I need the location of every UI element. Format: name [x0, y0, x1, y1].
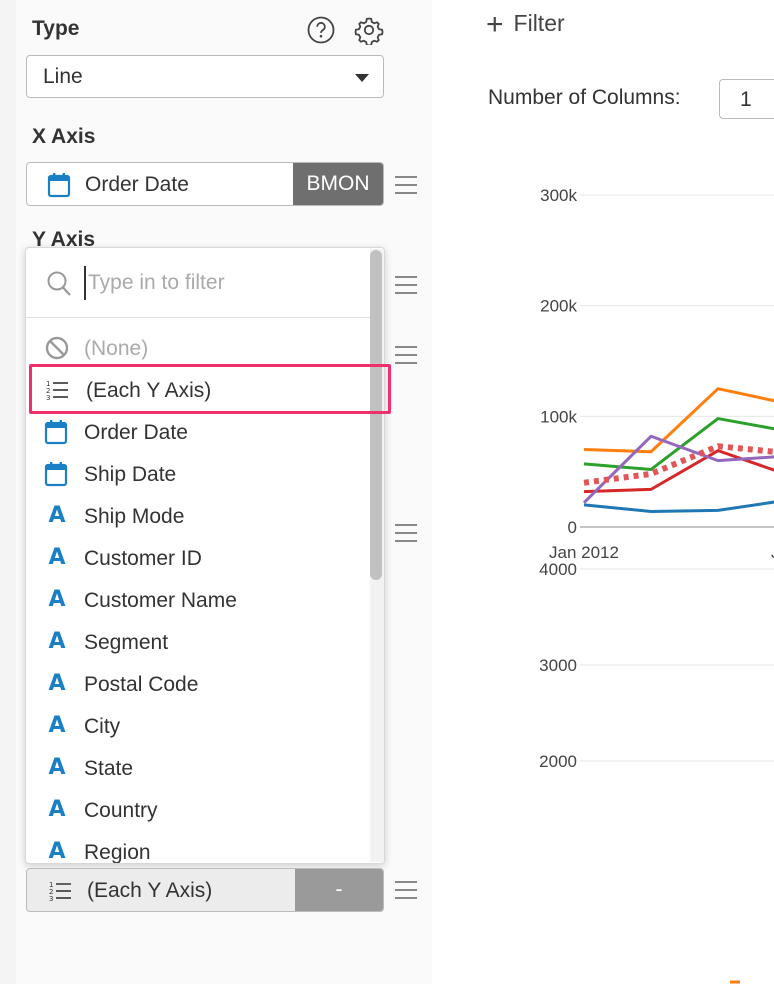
type-label: Type — [32, 17, 80, 40]
x-axis-field-name: Order Date — [85, 173, 189, 196]
dropdown-item-ship-date[interactable]: Ship Date — [26, 453, 370, 495]
text-type-icon: A — [48, 713, 66, 738]
dropdown-search — [26, 248, 384, 318]
dropdown-item-customer-id[interactable]: A Customer ID — [26, 537, 370, 579]
text-type-icon: A — [48, 797, 66, 822]
row-menu-icon-2[interactable] — [395, 524, 417, 542]
dropdown-item-order-date[interactable]: Order Date — [26, 411, 370, 453]
color-by-menu-icon[interactable] — [395, 881, 417, 899]
y-tick-label: 2000 — [539, 752, 577, 771]
calendar-icon — [44, 461, 70, 487]
y-tick-label: 3000 — [539, 656, 577, 675]
filter-input[interactable] — [84, 266, 364, 300]
y-axis-menu-icon[interactable] — [395, 276, 417, 294]
series-line-0 — [583, 387, 774, 454]
text-type-icon: A — [48, 545, 66, 570]
filter-label: Filter — [513, 10, 565, 36]
text-type-icon: A — [48, 503, 66, 528]
field-dropdown: (None) 123 (Each Y Axis) Order Date Ship… — [25, 247, 385, 864]
calendar-icon — [47, 172, 71, 203]
dropdown-item-customer-name[interactable]: A Customer Name — [26, 579, 370, 621]
series-line-4 — [583, 500, 774, 514]
dropdown-item-ship-mode[interactable]: A Ship Mode — [26, 495, 370, 537]
dropdown-scrollbar-thumb[interactable] — [370, 250, 382, 580]
left-edge-strip — [0, 0, 16, 984]
x-axis-field[interactable]: Order Date BMON — [26, 162, 384, 206]
dropdown-item-region[interactable]: A Region — [26, 831, 370, 864]
plus-icon: + — [486, 8, 504, 41]
y-axis-label: Y Axis — [32, 228, 96, 248]
series-line-2 — [583, 449, 774, 494]
dropdown-item-segment[interactable]: A Segment — [26, 621, 370, 663]
color-by-unit-button[interactable]: - — [295, 869, 383, 911]
series-line-3 — [582, 434, 774, 504]
chart-type-value: Line — [43, 65, 83, 88]
calendar-icon — [44, 419, 70, 445]
x-axis-unit-button[interactable]: BMON — [293, 163, 383, 205]
chart-type-select[interactable]: Line — [26, 55, 384, 98]
y-tick-label: 4000 — [539, 560, 577, 579]
number-list-icon: 123 — [47, 878, 73, 904]
dropdown-item-none[interactable]: (None) — [26, 327, 370, 369]
gear-icon[interactable] — [354, 15, 384, 47]
dropdown-item-city[interactable]: A City — [26, 705, 370, 747]
number-of-columns-input[interactable]: 1 — [719, 79, 774, 119]
y-tick-label: 200k — [540, 297, 577, 316]
chevron-down-icon — [355, 74, 369, 82]
svg-text:3: 3 — [49, 895, 53, 903]
row-menu-icon[interactable] — [395, 346, 417, 364]
text-type-icon: A — [48, 587, 66, 612]
text-type-icon: A — [48, 629, 66, 654]
number-of-columns-label: Number of Columns: — [488, 86, 681, 109]
y-tick-label: 0 — [568, 518, 577, 537]
text-type-icon: A — [48, 755, 66, 780]
color-by-field[interactable]: 123 (Each Y Axis) - — [26, 868, 384, 912]
help-icon[interactable] — [306, 15, 336, 45]
dropdown-item-postal-code[interactable]: A Postal Code — [26, 663, 370, 705]
highlight-box — [29, 364, 391, 414]
line-charts: 0100k200k300kJan 2012Jul200030004000 — [539, 186, 774, 984]
color-by-field-name: (Each Y Axis) — [87, 879, 213, 902]
text-type-icon: A — [48, 839, 66, 864]
text-type-icon: A — [48, 671, 66, 696]
none-icon — [44, 335, 70, 361]
x-axis-label: X Axis — [32, 125, 96, 148]
x-axis-menu-icon[interactable] — [395, 176, 417, 194]
y-tick-label: 300k — [540, 186, 577, 205]
add-filter-button[interactable]: + Filter — [486, 8, 565, 42]
search-icon — [46, 270, 72, 303]
dropdown-item-state[interactable]: A State — [26, 747, 370, 789]
dropdown-item-country[interactable]: A Country — [26, 789, 370, 831]
y-tick-label: 100k — [540, 407, 577, 426]
